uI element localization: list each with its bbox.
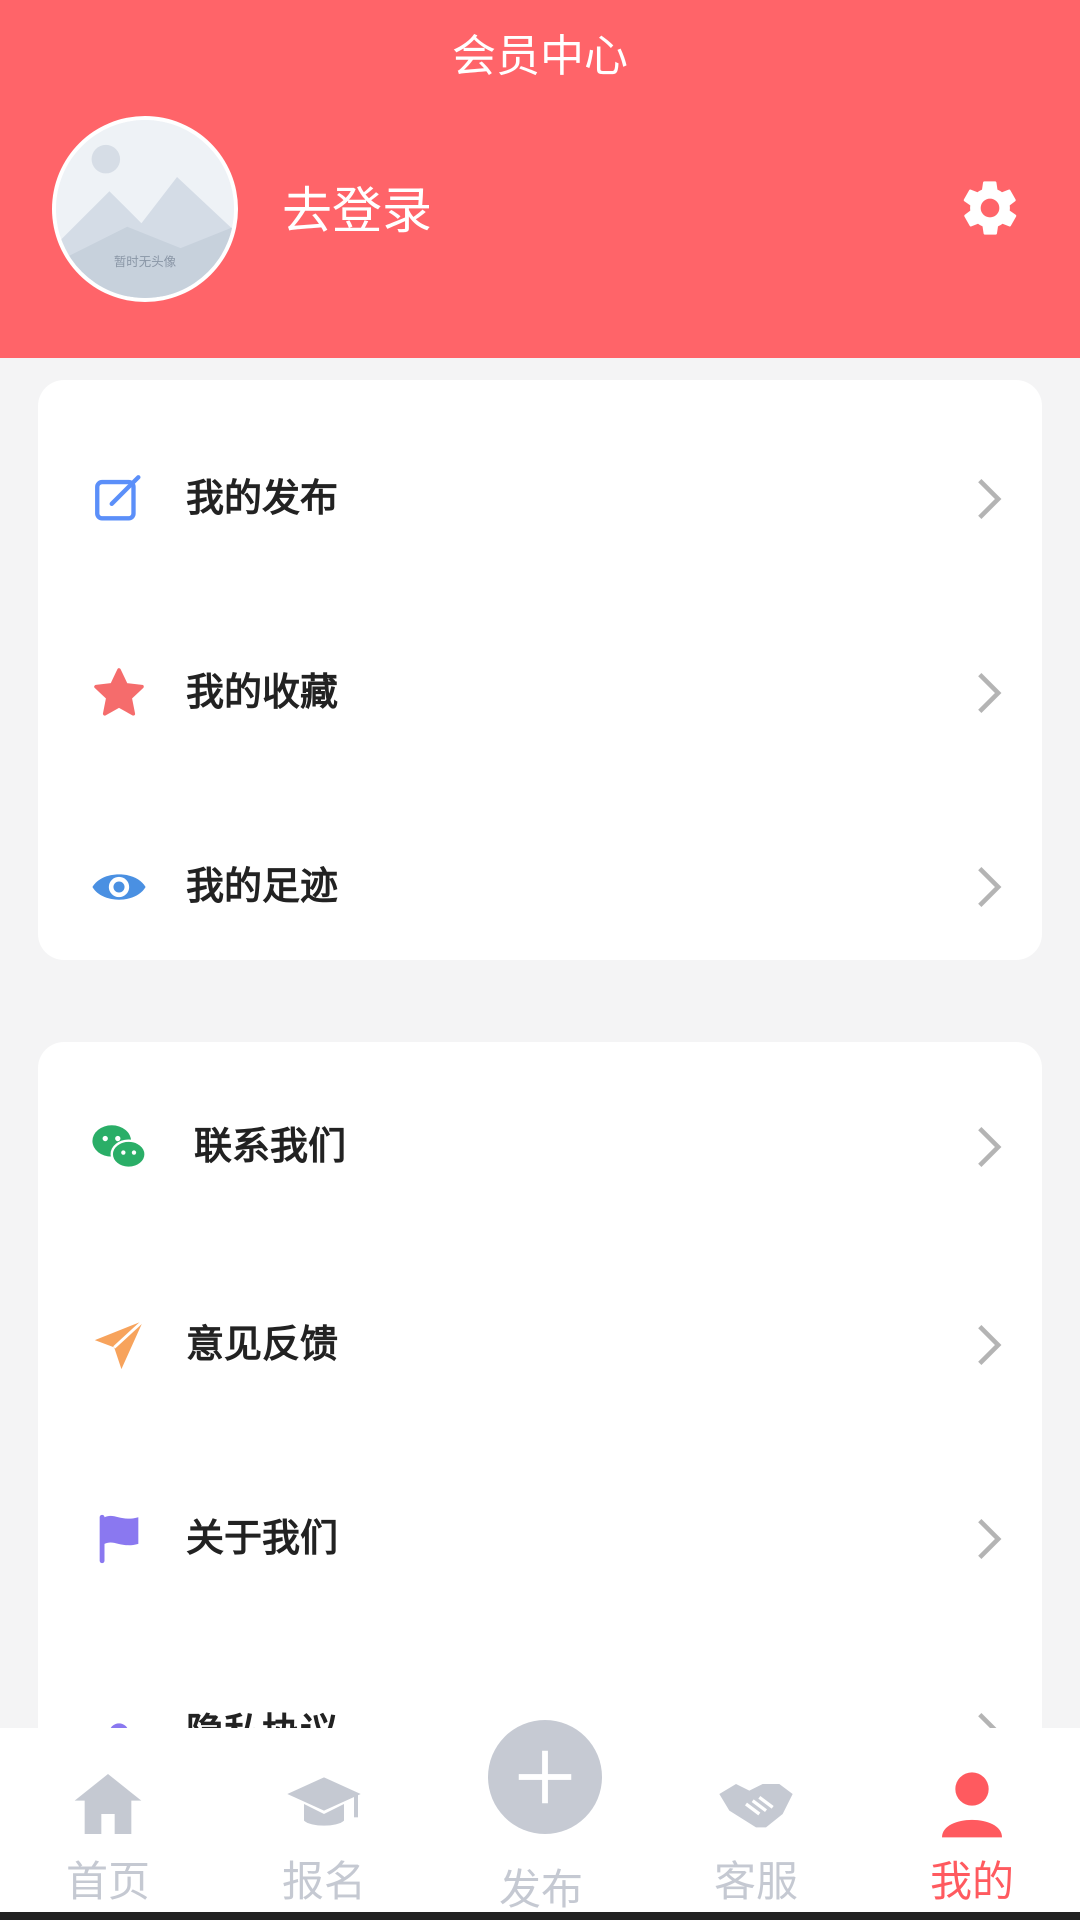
tab-label-publish[interactable]: 发布: [433, 1860, 649, 1920]
menu-item-label: 我的足迹: [186, 864, 339, 908]
tab-label: 我的: [929, 1857, 1014, 1906]
edit-icon: [95, 475, 141, 521]
menu-item-feedback[interactable]: 意见反馈: [38, 1284, 1042, 1404]
image-placeholder-icon: 暂时无头像: [56, 120, 234, 298]
home-icon: [74, 1774, 142, 1834]
gear-icon[interactable]: [958, 176, 1022, 240]
paper-plane-icon: [94, 1319, 145, 1370]
menu-card-personal: 我的发布 我的收藏 我的足迹: [38, 380, 1042, 960]
menu-item-label: 联系我们: [194, 1124, 347, 1168]
menu-item-my-posts[interactable]: 我的发布: [38, 438, 1042, 558]
eye-icon: [92, 874, 146, 900]
chevron-right-icon: [978, 672, 1002, 714]
member-header: 会员中心 暂时无头像 去登录: [0, 0, 1080, 358]
menu-item-label: 我的收藏: [186, 670, 339, 714]
tab-label: 首页: [65, 1857, 150, 1906]
star-icon: [94, 668, 144, 716]
tab-customer-service[interactable]: 客服: [648, 1728, 864, 1920]
tab-label: 客服: [713, 1857, 798, 1906]
menu-item-about-us[interactable]: 关于我们: [38, 1478, 1042, 1598]
menu-item-contact-us[interactable]: 联系我们: [38, 1086, 1042, 1206]
tab-signup[interactable]: 报名: [216, 1728, 432, 1920]
wechat-icon: [92, 1125, 147, 1169]
chevron-right-icon: [978, 1126, 1002, 1168]
login-link[interactable]: 去登录: [282, 176, 432, 246]
menu-item-label: 我的发布: [186, 476, 339, 520]
user-icon: [942, 1772, 1002, 1838]
tab-home[interactable]: 首页: [0, 1728, 216, 1920]
avatar-placeholder-image: 暂时无头像: [56, 120, 234, 298]
menu-item-my-favorites[interactable]: 我的收藏: [38, 632, 1042, 752]
avatar[interactable]: 暂时无头像: [52, 116, 238, 302]
handshake-icon: [719, 1784, 793, 1828]
page-title: 会员中心: [452, 31, 628, 82]
home-indicator-bar: [0, 1912, 1080, 1920]
chevron-right-icon: [978, 478, 1002, 520]
menu-item-label: 关于我们: [186, 1516, 339, 1560]
graduation-cap-icon: [287, 1777, 361, 1826]
publish-button[interactable]: [488, 1720, 602, 1834]
plus-icon: [518, 1750, 572, 1804]
flag-icon: [99, 1514, 139, 1564]
tab-mine[interactable]: 我的: [864, 1728, 1080, 1920]
tab-label: 报名: [281, 1857, 366, 1906]
menu-item-my-history[interactable]: 我的足迹: [38, 826, 1042, 946]
chevron-right-icon: [978, 1324, 1002, 1366]
menu-item-label: 意见反馈: [186, 1322, 339, 1366]
chevron-right-icon: [978, 1518, 1002, 1560]
chevron-right-icon: [978, 866, 1002, 908]
avatar-caption: 暂时无头像: [114, 254, 177, 269]
